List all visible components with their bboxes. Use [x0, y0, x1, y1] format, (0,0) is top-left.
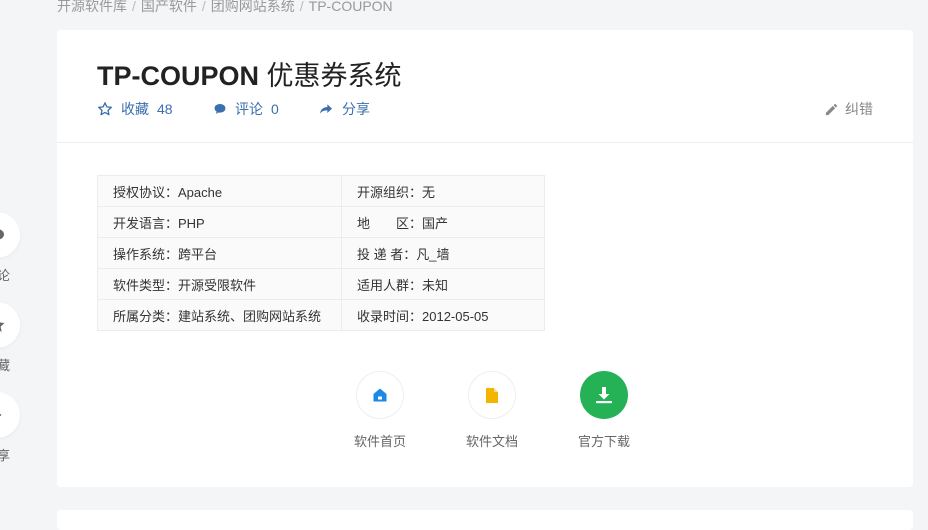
- homepage-label: 软件首页: [353, 434, 406, 449]
- share-label: 分享: [342, 101, 370, 117]
- side-favorite-button[interactable]: [0, 302, 20, 348]
- comment-bubble-icon: [0, 229, 4, 240]
- download-icon: [596, 387, 612, 404]
- side-share-label: 分享: [0, 448, 10, 463]
- info-submitter: 投 递 者：凡_墙: [341, 237, 545, 269]
- side-share-button[interactable]: [0, 392, 20, 438]
- breadcrumb-separator: /: [299, 0, 304, 14]
- docs-button[interactable]: [468, 371, 516, 419]
- table-row: 授权协议：Apache 开源组织：无: [97, 175, 545, 207]
- download-button[interactable]: [580, 371, 628, 419]
- info-organization: 开源组织：无: [341, 175, 545, 207]
- favorite-label: 收藏: [121, 101, 149, 117]
- side-favorite-label: 收藏: [0, 358, 10, 373]
- share-icon: [320, 104, 332, 114]
- next-card: [57, 510, 913, 530]
- docs-label: 软件文档: [465, 434, 518, 449]
- comment-count: 0: [271, 101, 279, 117]
- divider: [57, 142, 913, 143]
- info-license: 授权协议：Apache: [97, 175, 342, 207]
- favorite-count: 48: [157, 101, 173, 117]
- pencil-icon: [825, 103, 838, 115]
- info-table: 授权协议：Apache 开源组织：无 开发语言：PHP 地 区：国产 操作系统：…: [97, 175, 545, 331]
- comment-icon: [214, 103, 226, 115]
- info-language: 开发语言：PHP: [97, 206, 342, 238]
- info-region: 地 区：国产: [341, 206, 545, 238]
- breadcrumb-separator: /: [132, 0, 136, 14]
- info-audience: 适用人群：未知: [341, 268, 545, 300]
- docs-link[interactable]: 软件文档: [447, 371, 537, 450]
- info-software-type: 软件类型：开源受限软件: [97, 268, 342, 300]
- homepage-button[interactable]: [356, 371, 404, 419]
- home-icon: [373, 388, 387, 402]
- star-outline-icon: [98, 102, 112, 116]
- table-row: 操作系统：跨平台 投 递 者：凡_墙: [97, 237, 545, 269]
- download-link[interactable]: 官方下载: [559, 371, 649, 450]
- homepage-link[interactable]: 软件首页: [335, 371, 425, 450]
- side-comment-button[interactable]: [0, 212, 20, 258]
- breadcrumb-item-current: TP-COUPON: [308, 0, 393, 14]
- comment-label: 评论: [235, 101, 263, 117]
- table-row: 所属分类：建站系统、团购网站系统 收录时间：2012-05-05: [97, 299, 545, 331]
- side-share[interactable]: 分享: [0, 392, 20, 464]
- project-card: TP-COUPON 优惠券系统 收藏 48 评论 0 分享 纠错 授权协议：Ap…: [57, 30, 913, 487]
- comment-button[interactable]: 评论 0: [213, 99, 279, 119]
- download-label: 官方下载: [577, 434, 630, 449]
- info-date: 收录时间：2012-05-05: [341, 299, 545, 331]
- share-arrow-icon: [0, 413, 2, 417]
- favorite-button[interactable]: 收藏 48: [97, 99, 173, 119]
- report-error-button[interactable]: 纠错: [824, 99, 873, 119]
- page-title: TP-COUPON 优惠券系统: [97, 54, 402, 93]
- side-comment[interactable]: 评论: [0, 212, 20, 284]
- side-comment-label: 评论: [0, 268, 10, 283]
- title-chinese: 优惠券系统: [266, 61, 402, 91]
- document-icon: [486, 387, 498, 403]
- star-icon: [0, 322, 5, 332]
- report-label: 纠错: [845, 101, 873, 117]
- breadcrumb-item-library[interactable]: 开源软件库: [57, 0, 127, 14]
- share-button[interactable]: 分享: [318, 99, 370, 119]
- breadcrumb-item-category[interactable]: 团购网站系统: [211, 0, 295, 14]
- table-row: 软件类型：开源受限软件 适用人群：未知: [97, 268, 545, 300]
- breadcrumb: 开源软件库 / 国产软件 / 团购网站系统 / TP-COUPON: [57, 0, 393, 16]
- info-os: 操作系统：跨平台: [97, 237, 342, 269]
- info-category: 所属分类：建站系统、团购网站系统: [97, 299, 342, 331]
- breadcrumb-item-domestic[interactable]: 国产软件: [141, 0, 197, 14]
- breadcrumb-separator: /: [201, 0, 206, 14]
- side-favorite[interactable]: 收藏: [0, 302, 20, 374]
- table-row: 开发语言：PHP 地 区：国产: [97, 206, 545, 238]
- title-english: TP-COUPON: [97, 61, 259, 91]
